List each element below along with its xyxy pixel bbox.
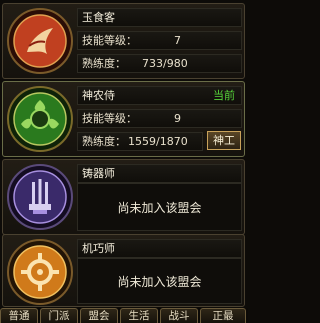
tab-guild[interactable]: 盟会 — [80, 308, 118, 323]
profession-name: 铸器师 — [77, 164, 242, 183]
tab-combat[interactable]: 战斗 — [160, 308, 198, 323]
tab-life[interactable]: 生活 — [120, 308, 158, 323]
profession-card-yushike[interactable]: 玉食客 技能等级： 7 熟练度： 733/980 — [2, 3, 245, 79]
profession-card-shennongshi[interactable]: 神农侍 当前 技能等级： 9 熟练度： 1559/1870 神工 — [2, 81, 245, 157]
profession-name: 神农侍 — [82, 89, 115, 102]
proficiency-value: 1559/1870 — [128, 135, 188, 148]
skill-level-label: 技能等级： — [82, 34, 137, 47]
tab-extra[interactable]: 正最 — [200, 308, 246, 323]
profession-name-row: 神农侍 当前 — [77, 86, 242, 105]
profession-name: 机巧师 — [77, 239, 242, 258]
proficiency-value: 733/980 — [142, 57, 188, 70]
food-medal-icon — [7, 8, 73, 74]
profession-card-jiqiaoshi[interactable]: 机巧师 尚未加入该盟会 — [2, 234, 245, 307]
skill-level-row: 技能等级： 7 — [77, 31, 242, 50]
proficiency-row: 熟练度： 1559/1870 — [77, 132, 203, 151]
tab-general[interactable]: 普通 — [0, 308, 38, 323]
channel-tabs: 普通 门派 盟会 生活 战斗 正最 — [0, 308, 248, 323]
proficiency-label: 熟练度： — [82, 135, 126, 148]
skill-level-row: 技能等级： 9 — [77, 109, 242, 128]
shengong-button[interactable]: 神工 — [207, 131, 241, 150]
profession-name: 玉食客 — [77, 8, 242, 27]
forge-medal-icon — [7, 164, 73, 230]
herb-medal-icon — [7, 86, 73, 152]
skill-level-label: 技能等级： — [82, 112, 137, 125]
not-joined-message: 尚未加入该盟会 — [77, 183, 242, 231]
proficiency-row: 熟练度： 733/980 — [77, 54, 242, 73]
tab-sect[interactable]: 门派 — [40, 308, 78, 323]
skill-level-value: 7 — [174, 34, 181, 47]
skill-level-value: 9 — [174, 112, 181, 125]
current-status-badge: 当前 — [213, 89, 235, 102]
mechanism-medal-icon — [7, 239, 73, 305]
proficiency-label: 熟练度： — [82, 57, 126, 70]
not-joined-message: 尚未加入该盟会 — [77, 258, 242, 304]
profession-card-zhuqishi[interactable]: 铸器师 尚未加入该盟会 — [2, 159, 245, 235]
